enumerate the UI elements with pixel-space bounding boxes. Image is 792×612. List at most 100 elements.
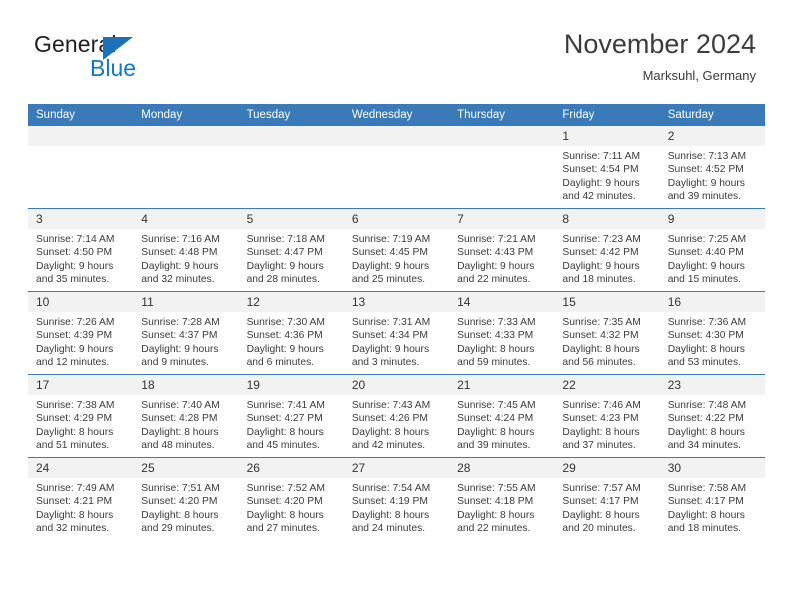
calendar-day-cell[interactable]: 18 Sunrise: 7:40 AM Sunset: 4:28 PM Dayligh… [133, 374, 239, 458]
day-number: 9 [659, 209, 765, 229]
sunset-time: Sunset: 4:21 PM [36, 496, 113, 508]
sunrise-time: Sunrise: 7:52 AM [246, 483, 325, 494]
sunrise-time: Sunrise: 7:23 AM [562, 234, 641, 245]
daylight-duration-line2: and 24 minutes. [351, 523, 426, 535]
sunset-time: Sunset: 4:48 PM [141, 247, 218, 259]
sunrise-time: Sunrise: 7:43 AM [351, 400, 431, 411]
calendar-day-cell[interactable]: 16 Sunrise: 7:36 AM Sunset: 4:30 PM Dayligh… [659, 291, 765, 375]
day-details: Sunrise: 7:48 AM Sunset: 4:22 PM Daylight:… [660, 395, 765, 453]
daylight-duration-line1: Daylight: 9 hours [457, 260, 535, 272]
day-details: Sunrise: 7:46 AM Sunset: 4:23 PM Daylight:… [554, 395, 659, 453]
calendar-day-cell[interactable]: 19 Sunrise: 7:41 AM Sunset: 4:27 PM Dayligh… [238, 374, 344, 458]
sunset-time: Sunset: 4:50 PM [36, 247, 113, 259]
calendar-day-cell[interactable]: 25 Sunrise: 7:51 AM Sunset: 4:20 PM Dayligh… [133, 457, 239, 540]
daylight-duration-line2: and 39 minutes. [667, 191, 741, 203]
sunrise-time: Sunrise: 7:35 AM [562, 317, 641, 328]
day-details: Sunrise: 7:16 AM Sunset: 4:48 PM Daylight:… [133, 229, 238, 287]
sunset-time: Sunset: 4:32 PM [562, 330, 639, 342]
sunset-time: Sunset: 4:52 PM [667, 164, 744, 176]
day-number: 26 [238, 458, 344, 478]
weekday-header-thursday: Thursday [449, 104, 555, 126]
calendar-day-cell[interactable]: 24 Sunrise: 7:49 AM Sunset: 4:21 PM Dayligh… [28, 457, 134, 540]
day-number [238, 126, 344, 146]
calendar-header-row: Sunday Monday Tuesday Wednesday Thursday Frid… [28, 104, 765, 126]
weekday-header-wednesday: Wednesday [343, 104, 450, 126]
day-details: Sunrise: 7:58 AM Sunset: 4:17 PM Daylight:… [660, 478, 765, 536]
sunrise-time: Sunrise: 7:21 AM [457, 234, 536, 245]
calendar-day-cell[interactable]: 29 Sunrise: 7:57 AM Sunset: 4:17 PM Dayligh… [554, 457, 660, 540]
sunset-time: Sunset: 4:39 PM [36, 330, 113, 342]
daylight-duration-line2: and 18 minutes. [562, 274, 636, 286]
sunrise-time: Sunrise: 7:26 AM [36, 317, 115, 328]
sunset-time: Sunset: 4:33 PM [457, 330, 534, 342]
day-number: 8 [554, 209, 660, 229]
daylight-duration-line1: Daylight: 9 hours [562, 177, 640, 189]
daylight-duration-line1: Daylight: 8 hours [246, 426, 324, 438]
calendar-week-row: 17 Sunrise: 7:38 AM Sunset: 4:29 PM Dayligh… [28, 374, 765, 458]
day-details: Sunrise: 7:21 AM Sunset: 4:43 PM Daylight:… [449, 229, 554, 287]
calendar-day-cell[interactable]: 9 Sunrise: 7:25 AM Sunset: 4:40 PM Daylight… [659, 208, 765, 292]
sunset-time: Sunset: 4:23 PM [562, 413, 639, 425]
sunset-time: Sunset: 4:22 PM [667, 413, 744, 425]
sunset-time: Sunset: 4:26 PM [351, 413, 428, 425]
calendar-week-row: 24 Sunrise: 7:49 AM Sunset: 4:21 PM Dayligh… [28, 457, 765, 540]
sunset-time: Sunset: 4:37 PM [141, 330, 218, 342]
day-number: 24 [28, 458, 134, 478]
day-details: Sunrise: 7:52 AM Sunset: 4:20 PM Daylight:… [239, 478, 344, 536]
calendar-day-cell[interactable]: 14 Sunrise: 7:33 AM Sunset: 4:33 PM Dayligh… [449, 291, 555, 375]
calendar-day-cell[interactable]: 8 Sunrise: 7:23 AM Sunset: 4:42 PM Daylight… [554, 208, 660, 292]
calendar-day-cell[interactable]: 21 Sunrise: 7:45 AM Sunset: 4:24 PM Dayligh… [449, 374, 555, 458]
daylight-duration-line2: and 45 minutes. [246, 440, 320, 452]
calendar-day-cell[interactable]: 15 Sunrise: 7:35 AM Sunset: 4:32 PM Dayligh… [554, 291, 660, 375]
calendar-cell-empty [133, 126, 239, 209]
daylight-duration-line1: Daylight: 8 hours [141, 426, 219, 438]
calendar-day-cell[interactable]: 30 Sunrise: 7:58 AM Sunset: 4:17 PM Dayligh… [659, 457, 765, 540]
sunrise-time: Sunrise: 7:30 AM [246, 317, 325, 328]
calendar-day-cell[interactable]: 12 Sunrise: 7:30 AM Sunset: 4:36 PM Dayligh… [238, 291, 344, 375]
daylight-duration-line2: and 28 minutes. [246, 274, 320, 286]
day-details: Sunrise: 7:33 AM Sunset: 4:33 PM Daylight:… [449, 312, 554, 370]
calendar-day-cell[interactable]: 26 Sunrise: 7:52 AM Sunset: 4:20 PM Dayligh… [238, 457, 344, 540]
daylight-duration-line2: and 15 minutes. [667, 274, 741, 286]
sunrise-time: Sunrise: 7:40 AM [141, 400, 220, 411]
calendar-day-cell[interactable]: 2 Sunrise: 7:13 AM Sunset: 4:52 PM Daylight… [659, 126, 765, 209]
daylight-duration-line1: Daylight: 9 hours [562, 260, 640, 272]
day-number: 14 [449, 292, 555, 312]
sunset-time: Sunset: 4:34 PM [351, 330, 428, 342]
calendar-day-cell[interactable]: 6 Sunrise: 7:19 AM Sunset: 4:45 PM Daylight… [343, 208, 450, 292]
calendar-day-cell[interactable]: 11 Sunrise: 7:28 AM Sunset: 4:37 PM Dayligh… [133, 291, 239, 375]
calendar-week-row: 1 Sunrise: 7:11 AM Sunset: 4:54 PM Daylight… [28, 126, 765, 209]
calendar-day-cell[interactable]: 23 Sunrise: 7:48 AM Sunset: 4:22 PM Dayligh… [659, 374, 765, 458]
day-number: 27 [343, 458, 450, 478]
calendar-day-cell[interactable]: 1 Sunrise: 7:11 AM Sunset: 4:54 PM Daylight… [554, 126, 660, 209]
calendar-day-cell[interactable]: 17 Sunrise: 7:38 AM Sunset: 4:29 PM Dayligh… [28, 374, 134, 458]
sunset-time: Sunset: 4:45 PM [351, 247, 428, 259]
calendar-day-cell[interactable]: 4 Sunrise: 7:16 AM Sunset: 4:48 PM Daylight… [133, 208, 239, 292]
sunrise-time: Sunrise: 7:31 AM [351, 317, 431, 328]
calendar-day-cell[interactable]: 22 Sunrise: 7:46 AM Sunset: 4:23 PM Dayligh… [554, 374, 660, 458]
daylight-duration-line2: and 32 minutes. [141, 274, 215, 286]
daylight-duration-line2: and 12 minutes. [36, 357, 110, 369]
sunset-time: Sunset: 4:19 PM [351, 496, 428, 508]
daylight-duration-line1: Daylight: 8 hours [457, 343, 535, 355]
daylight-duration-line1: Daylight: 8 hours [562, 343, 640, 355]
day-number: 4 [133, 209, 239, 229]
daylight-duration-line1: Daylight: 9 hours [246, 260, 324, 272]
calendar-day-cell[interactable]: 28 Sunrise: 7:55 AM Sunset: 4:18 PM Dayligh… [449, 457, 555, 540]
title-block: November 2024 Marksuhl, Germany [564, 28, 756, 86]
calendar-day-cell[interactable]: 13 Sunrise: 7:31 AM Sunset: 4:34 PM Dayligh… [343, 291, 450, 375]
day-details: Sunrise: 7:35 AM Sunset: 4:32 PM Daylight:… [554, 312, 659, 370]
day-details: Sunrise: 7:13 AM Sunset: 4:52 PM Daylight:… [660, 146, 765, 204]
calendar-day-cell[interactable]: 5 Sunrise: 7:18 AM Sunset: 4:47 PM Daylight… [238, 208, 344, 292]
sunrise-time: Sunrise: 7:48 AM [667, 400, 747, 411]
weekday-header-monday: Monday [133, 104, 239, 126]
calendar-day-cell[interactable]: 10 Sunrise: 7:26 AM Sunset: 4:39 PM Dayligh… [28, 291, 134, 375]
sunrise-time: Sunrise: 7:38 AM [36, 400, 115, 411]
calendar-day-cell[interactable]: 3 Sunrise: 7:14 AM Sunset: 4:50 PM Daylight… [28, 208, 134, 292]
day-details: Sunrise: 7:36 AM Sunset: 4:30 PM Daylight:… [660, 312, 765, 370]
calendar-day-cell[interactable]: 7 Sunrise: 7:21 AM Sunset: 4:43 PM Daylight… [449, 208, 555, 292]
calendar-day-cell[interactable]: 20 Sunrise: 7:43 AM Sunset: 4:26 PM Dayligh… [343, 374, 450, 458]
calendar-day-cell[interactable]: 27 Sunrise: 7:54 AM Sunset: 4:19 PM Dayligh… [343, 457, 450, 540]
day-number: 19 [238, 375, 344, 395]
day-details: Sunrise: 7:45 AM Sunset: 4:24 PM Daylight:… [449, 395, 554, 453]
